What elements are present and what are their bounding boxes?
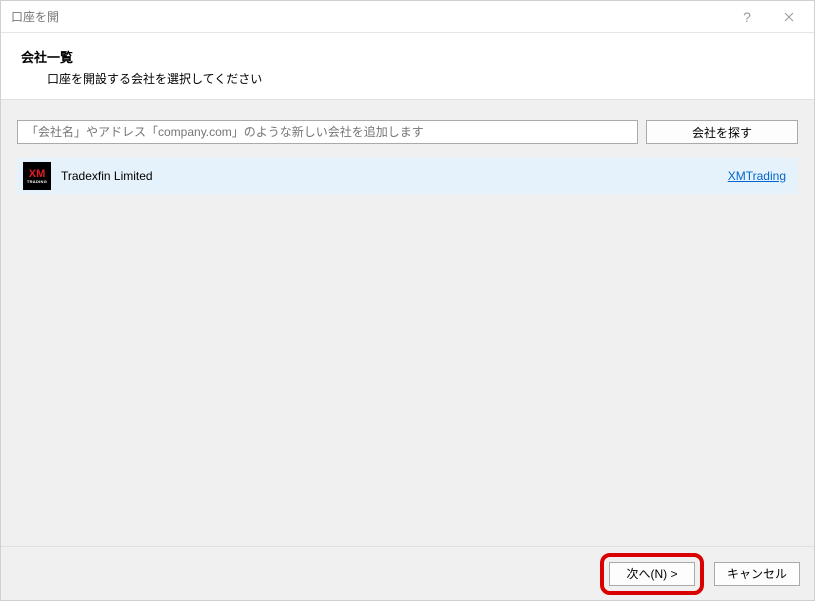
- search-row: 会社を探す: [17, 120, 798, 144]
- close-button[interactable]: [768, 2, 810, 32]
- footer-bar: 次へ(N) > キャンセル: [1, 546, 814, 600]
- page-title: 会社一覧: [21, 47, 794, 66]
- header-section: 会社一覧 口座を開設する会社を選択してください: [1, 33, 814, 100]
- content-area: 会社を探す XM TRADING Tradexfin Limited XMTra…: [1, 100, 814, 553]
- search-button[interactable]: 会社を探す: [646, 120, 798, 144]
- next-button[interactable]: 次へ(N) >: [609, 562, 695, 586]
- next-button-highlight: 次へ(N) >: [600, 553, 704, 595]
- title-bar: 口座を開 ?: [1, 1, 814, 33]
- company-name: Tradexfin Limited: [61, 169, 153, 183]
- help-button[interactable]: ?: [726, 2, 768, 32]
- cancel-button[interactable]: キャンセル: [714, 562, 800, 586]
- window-title: 口座を開: [11, 8, 59, 25]
- company-left: XM TRADING Tradexfin Limited: [23, 162, 153, 190]
- company-logo-icon: XM TRADING: [23, 162, 51, 190]
- close-icon: [784, 12, 794, 22]
- company-list: XM TRADING Tradexfin Limited XMTrading: [17, 158, 798, 194]
- company-row[interactable]: XM TRADING Tradexfin Limited XMTrading: [17, 158, 798, 194]
- search-input[interactable]: [17, 120, 638, 144]
- company-link[interactable]: XMTrading: [728, 169, 786, 183]
- page-subtitle: 口座を開設する会社を選択してください: [21, 70, 794, 87]
- title-bar-controls: ?: [726, 2, 810, 32]
